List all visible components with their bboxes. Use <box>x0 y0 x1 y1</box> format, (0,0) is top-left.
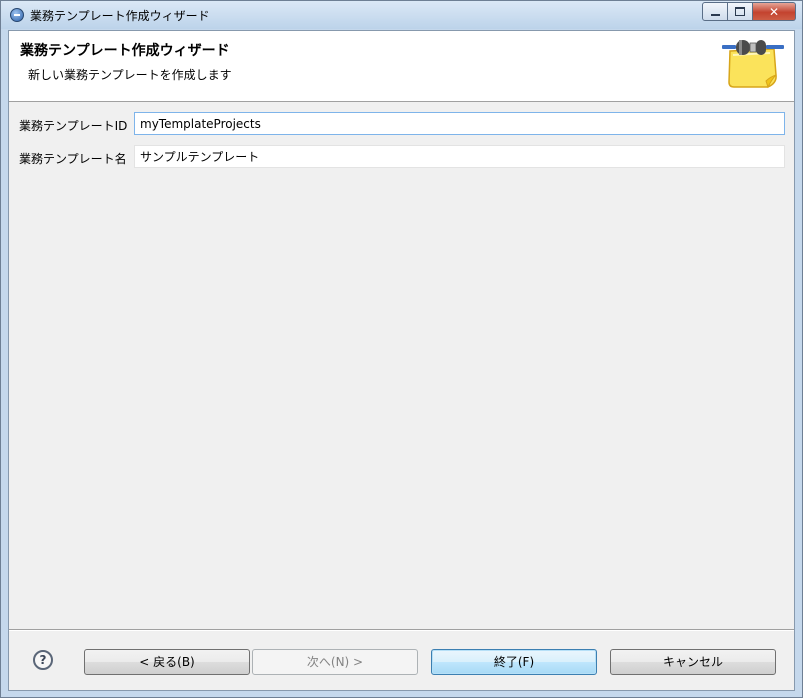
close-button[interactable]: ✕ <box>753 2 796 21</box>
minimize-button[interactable] <box>702 2 728 21</box>
maximize-button[interactable] <box>728 2 753 21</box>
template-name-input[interactable] <box>134 145 785 168</box>
app-icon <box>10 8 24 22</box>
wizard-title: 業務テンプレート作成ウィザード <box>20 43 230 59</box>
template-id-input[interactable] <box>134 112 785 135</box>
cancel-button[interactable]: キャンセル <box>610 649 776 675</box>
close-icon: ✕ <box>768 4 780 19</box>
template-name-row: 業務テンプレート名 <box>9 145 794 169</box>
template-note-plug-icon <box>722 40 784 89</box>
wizard-window: 業務テンプレート作成ウィザード ✕ 業務テンプレート作成ウィザード 新しい業務テ… <box>0 0 803 698</box>
minimize-icon <box>710 13 720 16</box>
help-button[interactable]: ? <box>33 650 53 670</box>
finish-button[interactable]: 終了(F) <box>431 649 597 675</box>
wizard-header: 業務テンプレート作成ウィザード 新しい業務テンプレートを作成します <box>9 31 794 102</box>
button-bar-separator <box>9 629 794 631</box>
back-button[interactable]: < 戻る(B) <box>84 649 250 675</box>
dialog-body: 業務テンプレート作成ウィザード 新しい業務テンプレートを作成します 業務テンプレ… <box>8 30 795 691</box>
wizard-description: 新しい業務テンプレートを作成します <box>28 68 232 82</box>
help-icon: ? <box>39 653 47 667</box>
template-name-label: 業務テンプレート名 <box>19 152 127 166</box>
template-id-label: 業務テンプレートID <box>19 119 128 133</box>
template-id-row: 業務テンプレートID <box>9 112 794 136</box>
next-button[interactable]: 次へ(N) > <box>252 649 418 675</box>
window-title: 業務テンプレート作成ウィザード <box>30 9 210 23</box>
caption-buttons: ✕ <box>702 2 796 21</box>
title-bar[interactable]: 業務テンプレート作成ウィザード ✕ <box>1 1 802 29</box>
maximize-icon <box>735 7 745 16</box>
